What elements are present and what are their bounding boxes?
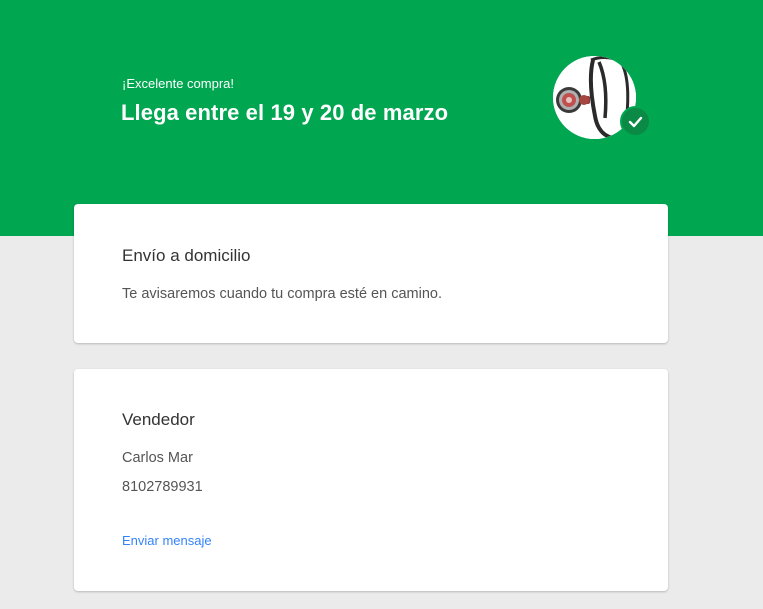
confirmation-header: ¡Excelente compra! Llega entre el 19 y 2… <box>0 0 763 236</box>
delivery-date-title: Llega entre el 19 y 20 de marzo <box>121 100 449 125</box>
shipping-title: Envío a domicilio <box>122 246 251 265</box>
seller-name: Carlos Mar <box>122 450 193 466</box>
shipping-message: Te avisaremos cuando tu compra esté en c… <box>122 286 442 302</box>
shipping-card: Envío a domicilio Te avisaremos cuando t… <box>74 204 668 343</box>
seller-phone: 8102789931 <box>122 479 203 495</box>
checkmark-icon <box>628 116 643 128</box>
seller-card: Vendedor Carlos Mar 8102789931 Enviar me… <box>74 369 668 591</box>
seller-title: Vendedor <box>122 410 195 429</box>
success-check-badge <box>620 106 651 137</box>
header-subtitle: ¡Excelente compra! <box>122 76 234 91</box>
send-message-link[interactable]: Enviar mensaje <box>122 533 212 549</box>
